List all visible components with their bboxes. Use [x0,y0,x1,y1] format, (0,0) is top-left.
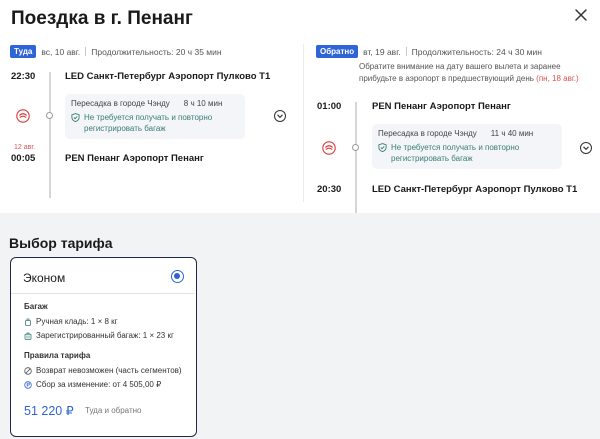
close-icon[interactable] [572,6,590,24]
return-segment: Обратно вт, 19 авг. Продолжительность: 2… [316,44,600,226]
outbound-arrival-date: 12 авг. [14,144,35,151]
tariff-price-note: Туда и обратно [85,406,142,415]
tariff-radio-selected[interactable] [171,270,184,283]
sichuan-airlines-logo-icon [322,141,336,155]
column-divider [303,44,304,202]
return-duration: Продолжительность: 24 ч 30 мин [411,46,542,57]
hand-luggage-text: Ручная кладь: 1 × 8 кг [36,317,118,326]
outbound-header: Туда вс, 10 авг. Продолжительность: 20 ч… [10,44,300,59]
outbound-expand-button[interactable] [274,110,286,122]
outbound-date: вс, 10 авг. [41,46,81,57]
outbound-transfer-dot [46,112,53,119]
shield-check-icon [71,113,80,122]
radio-dot [174,273,180,279]
return-date: вт, 19 авг. [363,46,401,57]
outbound-transfer-time: 8 ч 10 мин [183,99,223,108]
outbound-badge: Туда [10,45,37,58]
tariff-name: Эконом [23,271,66,285]
hand-luggage-row: Ручная кладь: 1 × 8 кг [24,317,118,326]
shield-check-icon [378,143,387,152]
checked-baggage-row: Зарегистрированный багаж: 1 × 23 кг [24,331,174,340]
outbound-depart-time: 22:30 [11,71,36,82]
outbound-transfer-city: Пересадка в городе Чэнду [71,99,170,108]
refund-text: Возврат невозможен (часть сегментов) [36,366,182,375]
card-divider [11,293,195,294]
return-note-date: (пн, 18 авг.) [536,74,579,83]
refund-row: Возврат невозможен (часть сегментов) [24,366,182,375]
no-refund-icon [24,366,32,375]
sichuan-airlines-logo-icon [16,109,30,123]
return-transfer-dot [352,144,359,151]
return-arrive-airport: LED Санкт-Петербург Аэропорт Пулково Т1 [372,184,578,195]
page-title: Поездка в г. Пенанг [11,8,193,29]
return-date-warning: Обратите внимание на дату вашего вылета … [359,61,589,85]
tariff-price: 51 220 ₽ [24,404,74,418]
rules-header: Правила тарифа [24,351,91,360]
return-baggage-note: Не требуется получать и повторно регистр… [391,143,520,163]
outbound-duration: Продолжительность: 20 ч 35 мин [91,46,222,57]
tariff-section-title: Выбор тарифа [9,235,113,251]
return-note-text: Обратите внимание на дату вашего вылета … [359,62,561,83]
outbound-segment: Туда вс, 10 авг. Продолжительность: 20 ч… [10,44,300,198]
outbound-baggage-note: Не требуется получать и повторно регистр… [84,113,213,133]
return-depart-time: 01:00 [317,101,342,112]
return-depart-airport: PEN Пенанг Аэропорт Пенанг [372,101,511,112]
outbound-timeline [49,72,51,198]
checked-baggage-text: Зарегистрированный багаж: 1 × 23 кг [36,331,174,340]
outbound-depart-airport: LED Санкт-Петербург Аэропорт Пулково Т1 [65,71,271,82]
tariff-card-economy[interactable]: Эконом Багаж Ручная кладь: 1 × 8 кг Заре… [10,257,197,437]
change-fee-text: Сбор за изменение: от 4 505,00 ₽ [36,380,162,389]
return-badge: Обратно [316,45,359,58]
return-timeline [355,102,357,226]
change-fee-row: Сбор за изменение: от 4 505,00 ₽ [24,380,161,389]
suitcase-icon [24,332,32,340]
outbound-arrive-time: 00:05 [11,153,36,164]
outbound-transfer-box: Пересадка в городе Чэнду 8 ч 10 мин Не т… [65,94,245,139]
header-separator [405,47,407,56]
return-header: Обратно вт, 19 авг. Продолжительность: 2… [316,44,600,59]
return-arrive-time: 20:30 [317,184,342,195]
outbound-arrive-airport: PEN Пенанг Аэропорт Пенанг [65,153,204,164]
return-transfer-time: 11 ч 40 мин [490,129,534,138]
currency-icon [24,380,32,389]
return-transfer-box: Пересадка в городе Чэнду 11 ч 40 мин Не … [372,124,562,169]
chevron-down-icon [277,114,283,119]
chevron-down-icon [583,146,589,151]
return-transfer-city: Пересадка в городе Чэнду [378,129,477,138]
header-separator [85,47,87,56]
baggage-header: Багаж [24,302,48,311]
hand-luggage-icon [25,318,31,326]
return-expand-button[interactable] [580,142,592,154]
